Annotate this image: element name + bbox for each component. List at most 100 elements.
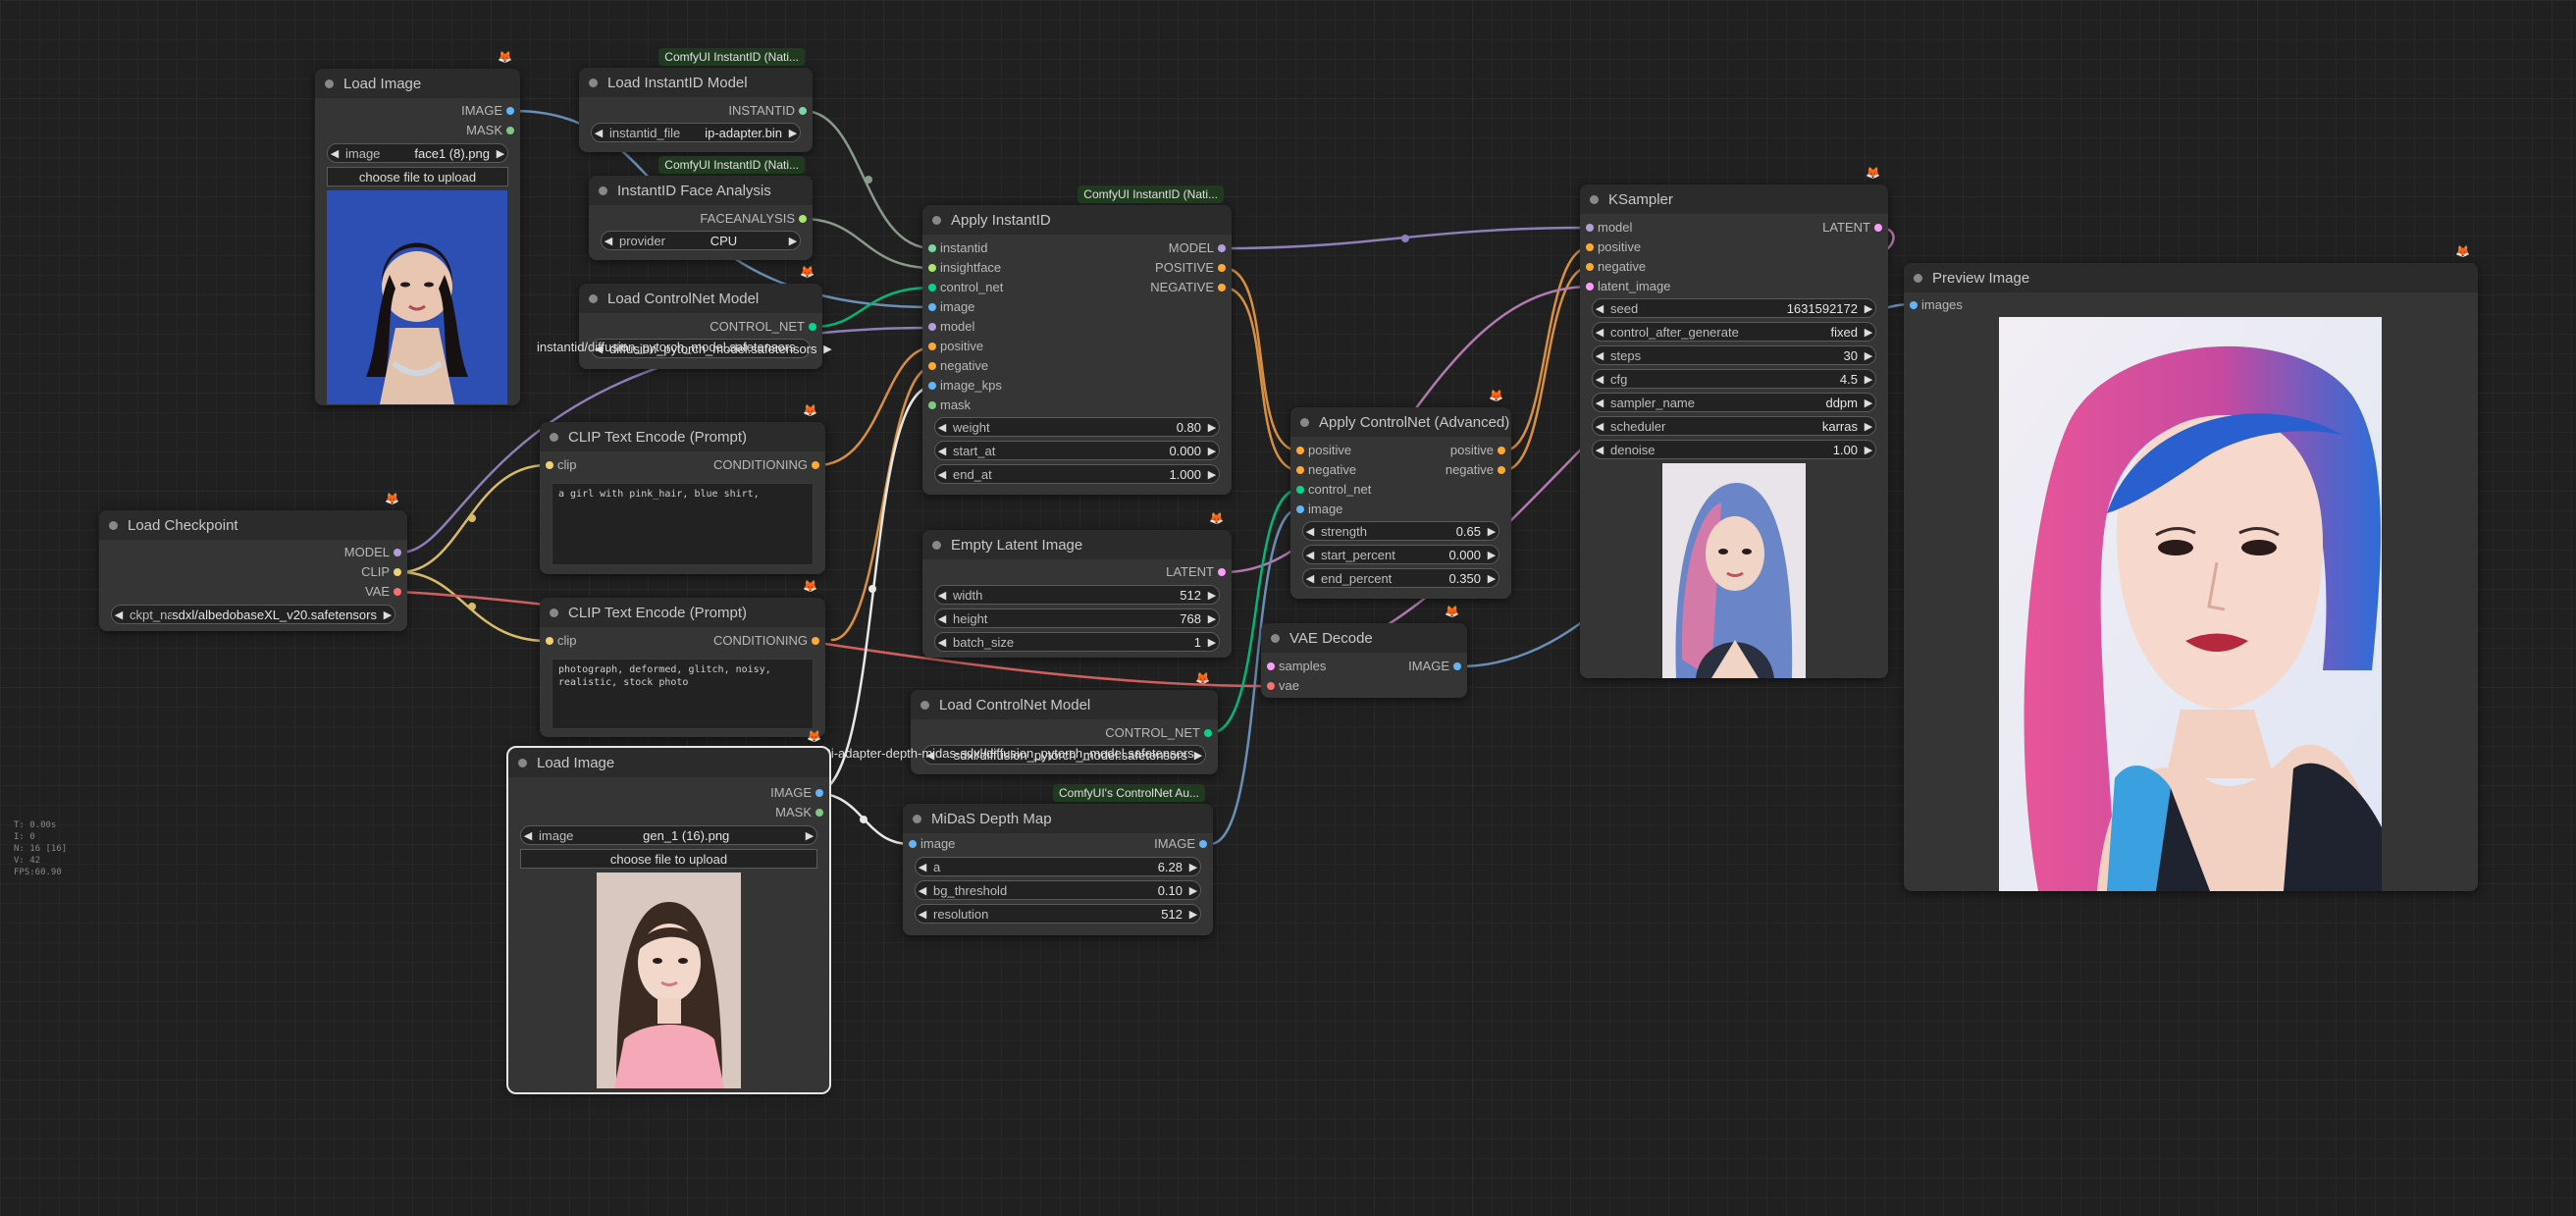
instantid-file-combo[interactable]: ◀ instantid_file ip-adapter.bin ▶ xyxy=(591,123,801,142)
input-negative[interactable]: negative xyxy=(1295,460,1356,480)
input-insightface[interactable]: insightface xyxy=(927,258,1001,278)
left-arrow-icon[interactable]: ◀ xyxy=(112,608,126,621)
node-title[interactable]: Apply ControlNet (Advanced) xyxy=(1290,407,1511,437)
node-load-image-1[interactable]: 🦊 Load Image IMAGE MASK ◀ image face1 (8).… xyxy=(315,50,520,405)
input-model[interactable]: model xyxy=(1585,218,1632,238)
collapse-dot-icon[interactable] xyxy=(913,814,921,823)
denoise-widget[interactable]: ◀ denoise 1.00 ▶ xyxy=(1592,440,1876,459)
output-clip[interactable]: CLIP xyxy=(361,562,401,582)
collapse-dot-icon[interactable] xyxy=(1590,194,1599,204)
collapse-dot-icon[interactable] xyxy=(1271,633,1280,643)
right-arrow-icon[interactable]: ▶ xyxy=(1862,326,1875,339)
input-images[interactable]: images xyxy=(1910,295,1963,315)
steps-widget[interactable]: ◀ steps 30 ▶ xyxy=(1592,345,1876,365)
node-title[interactable]: Load InstantID Model xyxy=(579,68,813,97)
node-apply-controlnet-advanced[interactable]: 🦊 Apply ControlNet (Advanced) positive po… xyxy=(1290,389,1511,599)
right-arrow-icon[interactable]: ▶ xyxy=(821,343,835,355)
resolution-widget[interactable]: ◀ resolution 512 ▶ xyxy=(915,904,1201,924)
control-after-generate-widget[interactable]: ◀ control_after_generate fixed ▶ xyxy=(1592,322,1876,342)
node-clip-text-encode-negative[interactable]: 🦊 CLIP Text Encode (Prompt) clip CONDITIO… xyxy=(540,579,825,737)
left-arrow-icon[interactable]: ◀ xyxy=(916,861,929,873)
ckpt-name-combo[interactable]: ◀ ckpt_namesdxl/albedobaseXL_v20.safetens… xyxy=(111,605,395,624)
input-positive[interactable]: positive xyxy=(927,337,983,356)
right-arrow-icon[interactable]: ▶ xyxy=(1186,884,1200,897)
end-at-widget[interactable]: ◀ end_at 1.000 ▶ xyxy=(934,464,1220,484)
image-combo[interactable]: ◀ image gen_1 (16).png ▶ xyxy=(520,825,817,845)
right-arrow-icon[interactable]: ▶ xyxy=(1862,420,1875,433)
node-title[interactable]: KSampler xyxy=(1580,185,1888,214)
input-image[interactable]: image xyxy=(1295,500,1342,519)
output-instantid[interactable]: INSTANTID xyxy=(728,101,807,121)
left-arrow-icon[interactable]: ◀ xyxy=(1593,373,1606,386)
right-arrow-icon[interactable]: ▶ xyxy=(1862,397,1875,409)
input-image-kps[interactable]: image_kps xyxy=(928,376,1002,396)
left-arrow-icon[interactable]: ◀ xyxy=(935,589,949,602)
right-arrow-icon[interactable]: ▶ xyxy=(1485,525,1498,538)
start-percent-widget[interactable]: ◀ start_percent 0.000 ▶ xyxy=(1302,545,1499,564)
right-arrow-icon[interactable]: ▶ xyxy=(1862,444,1875,456)
sampler-name-widget[interactable]: ◀ sampler_name ddpm ▶ xyxy=(1592,393,1876,412)
collapse-dot-icon[interactable] xyxy=(932,540,941,550)
right-arrow-icon[interactable]: ▶ xyxy=(494,147,507,160)
input-clip[interactable]: clip xyxy=(546,631,577,651)
node-midas-depth-map[interactable]: ComfyUI's ControlNet Au... MiDaS Depth M… xyxy=(903,784,1213,935)
input-image[interactable]: image xyxy=(927,297,974,317)
input-mask[interactable]: mask xyxy=(927,396,971,415)
collapse-dot-icon[interactable] xyxy=(932,215,941,225)
output-conditioning[interactable]: CONDITIONING xyxy=(713,631,820,651)
left-arrow-icon[interactable]: ◀ xyxy=(935,612,949,625)
collapse-dot-icon[interactable] xyxy=(550,432,558,442)
height-widget[interactable]: ◀ height 768 ▶ xyxy=(934,608,1220,628)
input-clip[interactable]: clip xyxy=(546,455,577,475)
node-title[interactable]: InstantID Face Analysis xyxy=(589,176,813,205)
output-vae[interactable]: VAE xyxy=(365,582,402,602)
node-load-instantid-model[interactable]: ComfyUI InstantID (Nati... Load InstantI… xyxy=(579,48,813,152)
left-arrow-icon[interactable]: ◀ xyxy=(916,884,929,897)
input-vae[interactable]: vae xyxy=(1267,676,1299,696)
output-positive[interactable]: POSITIVE xyxy=(1155,258,1226,278)
output-latent[interactable]: LATENT xyxy=(1822,218,1882,238)
collapse-dot-icon[interactable] xyxy=(589,78,598,87)
output-control-net[interactable]: CONTROL_NET xyxy=(1105,723,1212,743)
left-arrow-icon[interactable]: ◀ xyxy=(1303,572,1317,585)
scheduler-widget[interactable]: ◀ scheduler karras ▶ xyxy=(1592,416,1876,436)
collapse-dot-icon[interactable] xyxy=(1300,417,1309,427)
right-arrow-icon[interactable]: ▶ xyxy=(1485,549,1498,561)
left-arrow-icon[interactable]: ◀ xyxy=(521,829,535,842)
bg-threshold-widget[interactable]: ◀ bg_threshold 0.10 ▶ xyxy=(915,880,1201,900)
left-arrow-icon[interactable]: ◀ xyxy=(1593,444,1606,456)
left-arrow-icon[interactable]: ◀ xyxy=(602,235,615,247)
left-arrow-icon[interactable]: ◀ xyxy=(916,908,929,921)
output-positive[interactable]: positive xyxy=(1450,441,1506,460)
output-model[interactable]: MODEL xyxy=(1169,238,1227,258)
right-arrow-icon[interactable]: ▶ xyxy=(1862,349,1875,362)
node-load-checkpoint[interactable]: 🦊 Load Checkpoint MODEL CLIP VAE ◀ ckpt_n… xyxy=(99,492,407,631)
collapse-dot-icon[interactable] xyxy=(550,608,558,617)
node-preview-image[interactable]: 🦊 Preview Image images xyxy=(1904,244,2478,891)
node-apply-instantid[interactable]: ComfyUI InstantID (Nati... Apply Instant… xyxy=(922,185,1232,495)
input-positive[interactable]: positive xyxy=(1585,238,1641,257)
right-arrow-icon[interactable]: ▶ xyxy=(1186,908,1200,921)
collapse-dot-icon[interactable] xyxy=(325,79,334,88)
right-arrow-icon[interactable]: ▶ xyxy=(803,829,816,842)
right-arrow-icon[interactable]: ▶ xyxy=(786,127,800,139)
output-image[interactable]: IMAGE xyxy=(770,783,823,803)
input-negative[interactable]: negative xyxy=(1585,257,1646,277)
output-mask[interactable]: MASK xyxy=(466,121,514,140)
node-title[interactable]: Preview Image xyxy=(1904,263,2478,292)
output-image[interactable]: IMAGE xyxy=(1408,657,1461,676)
output-conditioning[interactable]: CONDITIONING xyxy=(713,455,820,475)
output-mask[interactable]: MASK xyxy=(775,803,823,822)
upload-button[interactable]: choose file to upload xyxy=(520,849,817,869)
node-load-controlnet-model-1[interactable]: 🦊 Load ControlNet Model CONTROL_NET ◀ dif… xyxy=(579,265,832,369)
right-arrow-icon[interactable]: ▶ xyxy=(1205,445,1219,457)
strength-widget[interactable]: ◀ strength 0.65 ▶ xyxy=(1302,521,1499,541)
input-positive[interactable]: positive xyxy=(1295,441,1351,460)
collapse-dot-icon[interactable] xyxy=(920,700,929,710)
left-arrow-icon[interactable]: ◀ xyxy=(592,127,605,139)
left-arrow-icon[interactable]: ◀ xyxy=(1593,349,1606,362)
image-combo[interactable]: ◀ image face1 (8).png ▶ xyxy=(327,143,508,163)
upload-button[interactable]: choose file to upload xyxy=(327,167,508,186)
node-title[interactable]: Empty Latent Image xyxy=(922,530,1232,559)
output-faceanalysis[interactable]: FACEANALYSIS xyxy=(700,209,807,229)
